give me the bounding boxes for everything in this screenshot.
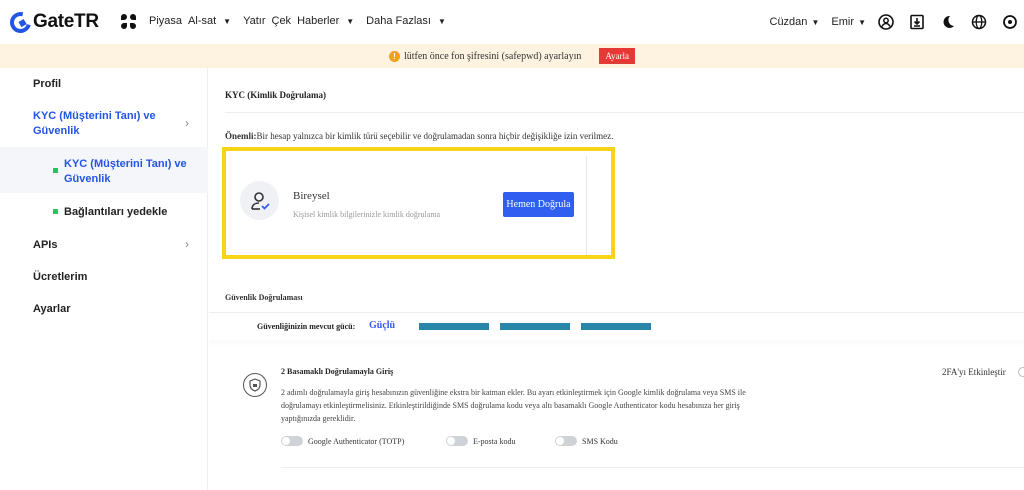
nav-item-cek[interactable]: Çek	[272, 15, 292, 27]
wallet-menu[interactable]: Cüzdan ▼	[770, 16, 820, 28]
method-label: SMS Kodu	[582, 436, 618, 446]
bullet-icon	[53, 168, 58, 173]
set-fund-password-button[interactable]: Ayarla	[599, 48, 636, 64]
important-text: Bir hesap yalnızca bir kimlik türü seçeb…	[256, 131, 614, 141]
chevron-right-icon: ›	[185, 237, 189, 251]
method-label: E-posta kodu	[473, 436, 516, 446]
sidebar-item-label: KYC (Müşterini Tanı) ve	[33, 110, 156, 122]
divider	[281, 467, 1024, 468]
shield-lock-icon	[243, 373, 267, 397]
method-google-authenticator[interactable]: Google Authenticator (TOTP)	[281, 436, 404, 446]
method-label: Google Authenticator (TOTP)	[308, 436, 405, 446]
security-heading: Güvenlik Doğrulaması	[225, 293, 303, 302]
toggle-switch[interactable]	[555, 436, 577, 446]
enable-2fa-toggle[interactable]	[1018, 367, 1024, 377]
sidebar-item-label: Güvenlik	[33, 125, 80, 137]
kyc-heading: KYC (Kimlik Doğrulama)	[225, 90, 326, 100]
right-nav: Cüzdan ▼ Emir ▼	[770, 10, 1024, 34]
strength-bar-1	[419, 323, 489, 330]
nav-item-haberler[interactable]: Haberler ▼	[297, 15, 360, 27]
sidebar-item-label: KYC (Müşterini Tanı) ve	[64, 158, 187, 170]
sidebar-subitem-backup-links[interactable]: Bağlantıları yedekle	[64, 206, 167, 218]
user-label: Emir	[831, 16, 855, 28]
sidebar-item-profil[interactable]: Profil	[33, 78, 61, 90]
sidebar-item-settings[interactable]: Ayarlar	[33, 303, 71, 315]
method-sms-code[interactable]: SMS Kodu	[555, 436, 618, 446]
nav-item-haberler-label: Haberler	[297, 15, 340, 27]
logo-mark-icon	[6, 7, 35, 37]
profile-icon[interactable]	[878, 14, 894, 30]
divider	[225, 112, 1024, 113]
chevron-down-icon: ▼	[346, 17, 355, 26]
highlight-frame	[222, 147, 615, 259]
nav-item-yatir[interactable]: Yatır	[243, 15, 265, 27]
chevron-down-icon: ▼	[858, 18, 866, 27]
wallet-label: Cüzdan	[769, 16, 808, 28]
fund-password-notice: ! lütfen önce fon şifresini (safepwd) ay…	[0, 44, 1024, 68]
warning-icon: !	[388, 50, 400, 62]
sidebar-item-apis[interactable]: APIs	[33, 239, 57, 251]
twofa-description: 2 adımlı doğrulamayla giriş hesabınızın …	[281, 388, 746, 423]
main-content: KYC (Kimlik Doğrulama) Önemli:Bir hesap …	[209, 68, 1024, 490]
nav-item-piyasa[interactable]: Piyasa	[149, 15, 182, 27]
nav-item-al-sat[interactable]: Al-sat ▼	[188, 15, 237, 27]
chevron-down-icon: ▼	[437, 17, 446, 26]
top-navbar: GateTR Piyasa Al-sat ▼ Yatır Çek Haberler…	[0, 0, 1024, 44]
strength-bar-3	[581, 323, 651, 330]
account-sidebar: Profil KYC (Müşterini Tanı) ve Güvenlik …	[0, 68, 208, 490]
chevron-right-icon: ›	[185, 116, 189, 130]
security-strength-label: Güvenliğinizin mevcut gücü:	[257, 322, 356, 331]
download-icon[interactable]	[909, 14, 925, 30]
important-label: Önemli:	[225, 131, 257, 141]
divider	[209, 312, 1024, 313]
main-menu: Piyasa Al-sat ▼ Yatır Çek Haberler ▼ Daha …	[149, 15, 458, 27]
sidebar-item-fees[interactable]: Ücretlerim	[33, 271, 87, 283]
gatetr-logo[interactable]: GateTR	[6, 7, 99, 37]
nav-item-daha-fazlasi-label: Daha Fazlası	[366, 15, 431, 27]
sidebar-subitem-kyc-security[interactable]: KYC (Müşterini Tanı) ve Güvenlik	[64, 157, 187, 187]
chevron-down-icon: ▼	[811, 18, 820, 27]
twofa-title: 2 Basamaklı Doğrulamayla Giriş	[281, 367, 394, 376]
section-shade	[209, 340, 1024, 348]
method-email-code[interactable]: E-posta kodu	[446, 436, 515, 446]
bullet-icon	[53, 209, 58, 214]
kyc-important-note: Önemli:Bir hesap yalnızca bir kimlik tür…	[225, 131, 613, 141]
sidebar-item-label: Güvenlik	[64, 173, 111, 185]
notice-text: lütfen önce fon şifresini (safepwd) ayar…	[403, 50, 582, 62]
nav-item-al-sat-label: Al-sat	[188, 15, 217, 27]
enable-2fa-label: 2FA'yı Etkinleştir	[942, 367, 1006, 377]
toggle-switch[interactable]	[281, 436, 303, 446]
settings-icon[interactable]	[1002, 14, 1018, 30]
strength-bar-2	[500, 323, 570, 330]
chevron-down-icon: ▼	[223, 17, 232, 26]
nav-item-daha-fazlasi[interactable]: Daha Fazlası ▼	[366, 15, 452, 27]
dark-mode-icon[interactable]	[940, 14, 956, 30]
security-strength-value: Güçlü	[369, 320, 396, 331]
apps-grid-icon[interactable]	[121, 14, 136, 29]
toggle-switch[interactable]	[446, 436, 468, 446]
logo-text: GateTR	[33, 11, 99, 32]
user-menu[interactable]: Emir ▼	[831, 16, 866, 28]
globe-icon[interactable]	[971, 14, 987, 30]
sidebar-item-kyc-security[interactable]: KYC (Müşterini Tanı) ve Güvenlik	[33, 109, 156, 139]
